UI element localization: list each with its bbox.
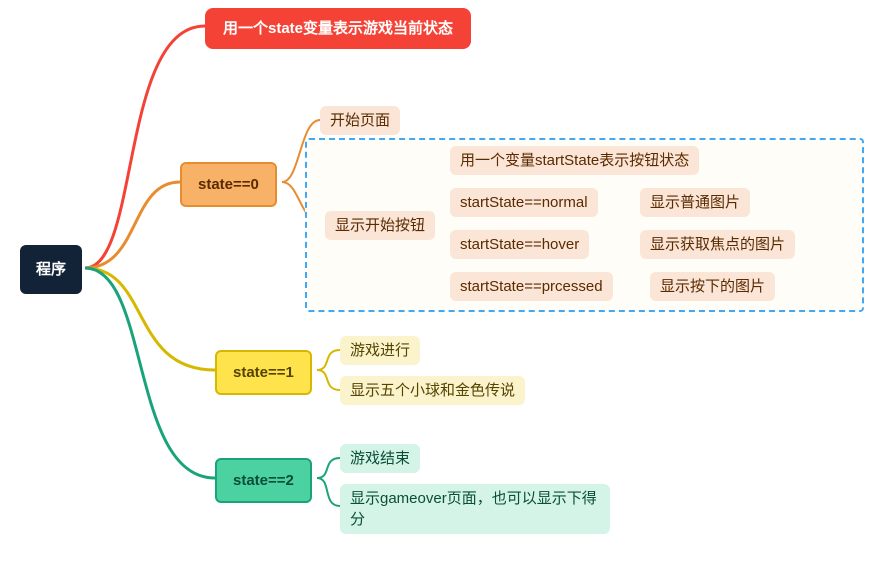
leaf-game-running[interactable]: 游戏进行 bbox=[340, 336, 420, 365]
banner-state-desc[interactable]: 用一个state变量表示游戏当前状态 bbox=[205, 8, 471, 49]
node-state1[interactable]: state==1 bbox=[215, 350, 312, 395]
leaf-start-page[interactable]: 开始页面 bbox=[320, 106, 400, 135]
node-state2[interactable]: state==2 bbox=[215, 458, 312, 503]
leaf-startstate-hover[interactable]: startState==hover bbox=[450, 230, 589, 259]
root-node[interactable]: 程序 bbox=[20, 245, 82, 294]
leaf-game-over[interactable]: 游戏结束 bbox=[340, 444, 420, 473]
leaf-startstate-normal[interactable]: startState==normal bbox=[450, 188, 598, 217]
node-state0[interactable]: state==0 bbox=[180, 162, 277, 207]
leaf-show-balls[interactable]: 显示五个小球和金色传说 bbox=[340, 376, 525, 405]
leaf-show-hover-img[interactable]: 显示获取焦点的图片 bbox=[640, 230, 795, 259]
leaf-show-pressed-img[interactable]: 显示按下的图片 bbox=[650, 272, 775, 301]
leaf-show-gameover-page[interactable]: 显示gameover页面，也可以显示下得分 bbox=[340, 484, 610, 534]
leaf-show-normal-img[interactable]: 显示普通图片 bbox=[640, 188, 750, 217]
leaf-startstate-desc[interactable]: 用一个变量startState表示按钮状态 bbox=[450, 146, 699, 175]
leaf-startstate-pressed[interactable]: startState==prcessed bbox=[450, 272, 613, 301]
leaf-show-start-button[interactable]: 显示开始按钮 bbox=[325, 211, 435, 240]
